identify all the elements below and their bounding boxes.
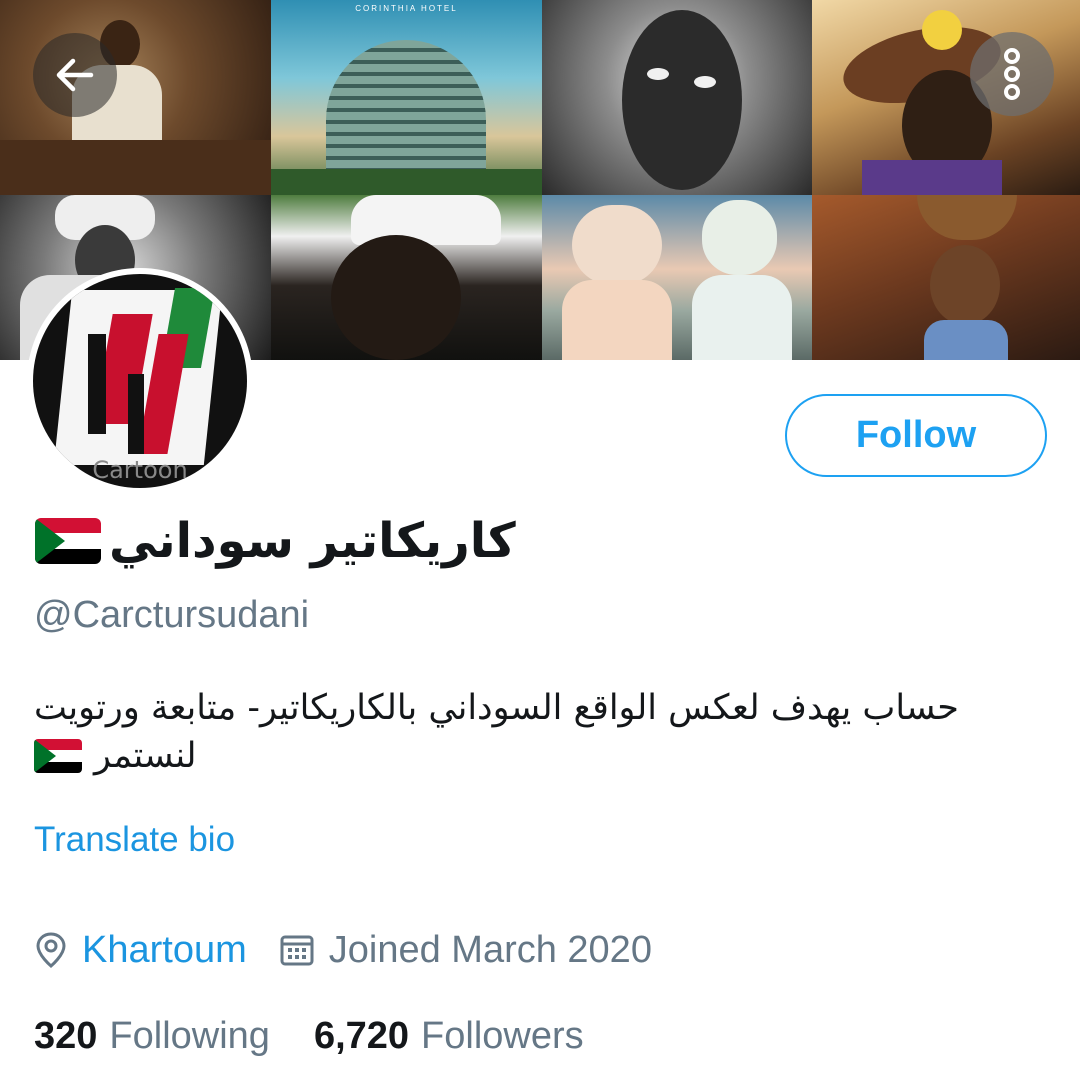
banner-photo-two-men — [542, 195, 812, 360]
profile-meta: Khartoum Joined March 2020 — [34, 920, 652, 980]
user-handle: @Carctursudani — [34, 594, 310, 636]
display-name-text: كاريكاتير سوداني — [109, 513, 516, 569]
calendar-icon — [280, 935, 314, 966]
joined-date: Joined March 2020 — [328, 928, 652, 971]
more-options-button[interactable] — [970, 32, 1054, 116]
display-name: كاريكاتير سوداني — [35, 506, 516, 576]
back-button[interactable] — [33, 33, 117, 117]
banner-photo-hotel: CORINTHIA HOTEL — [271, 0, 542, 195]
bio-line-2: لنستمر — [34, 736, 197, 776]
following-count: 320 — [34, 1014, 98, 1057]
followers-stat[interactable]: 6,720 Followers — [314, 1015, 584, 1058]
banner-caption: CORINTHIA HOTEL — [355, 4, 458, 13]
avatar-image: Cartoon — [33, 274, 247, 488]
banner-photo-child — [542, 0, 812, 195]
sudan-flag-emoji — [34, 739, 82, 773]
arrow-left-icon — [56, 58, 94, 92]
bio-line-2-text: لنستمر — [94, 736, 197, 776]
vertical-ellipsis-icon — [1004, 48, 1020, 100]
sudan-flag-emoji — [35, 518, 101, 564]
bio-line-1: حساب يهدف لعكس الواقع السوداني بالكاريكا… — [34, 688, 959, 728]
location-link[interactable]: Khartoum — [82, 929, 247, 972]
profile-avatar[interactable]: Cartoon — [27, 268, 253, 494]
map-pin-icon — [36, 932, 66, 968]
following-stat[interactable]: 320 Following — [34, 1015, 270, 1058]
translate-bio-link[interactable]: Translate bio — [34, 820, 235, 860]
follow-button[interactable]: Follow — [785, 394, 1047, 477]
bio: حساب يهدف لعكس الواقع السوداني بالكاريكا… — [34, 676, 994, 740]
followers-label: Followers — [421, 1014, 584, 1057]
profile-stats: 320 Following 6,720 Followers — [34, 1008, 584, 1064]
banner-photo-turban-man — [271, 195, 542, 360]
avatar-caption: Cartoon — [92, 456, 188, 484]
banner-photo-girl-basket — [812, 195, 1080, 360]
following-label: Following — [109, 1014, 270, 1057]
followers-count: 6,720 — [313, 1014, 410, 1057]
